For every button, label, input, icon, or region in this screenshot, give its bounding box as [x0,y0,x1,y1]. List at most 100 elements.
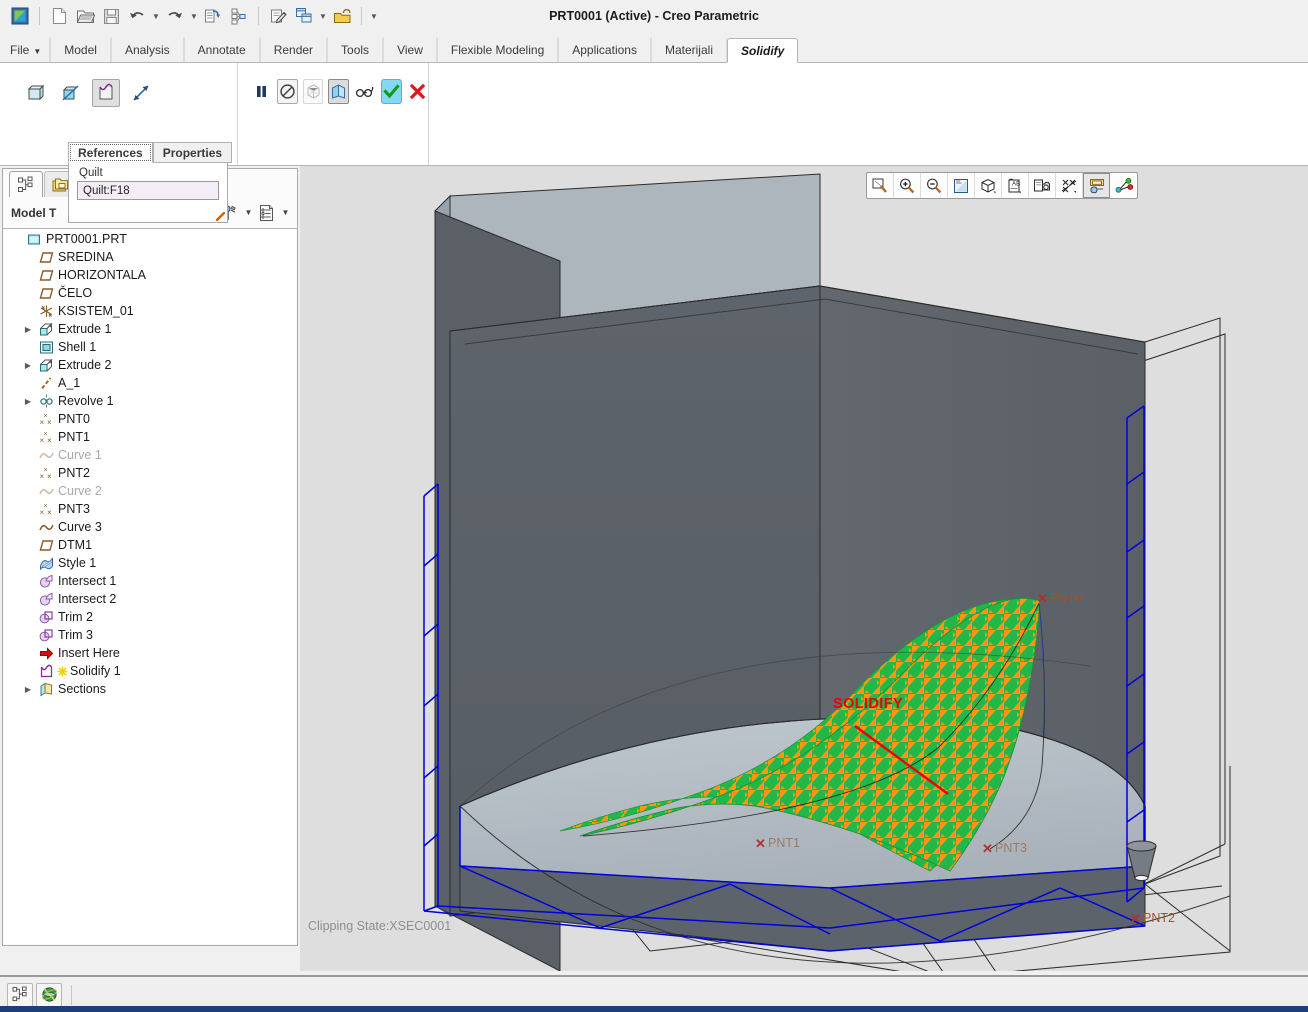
regenerate-options-icon[interactable] [227,4,251,28]
quilt-reference-field[interactable]: Quilt:F18 [77,181,219,200]
creo-logo-icon[interactable] [8,4,32,28]
quick-access-toolbar: ▼ ▼ ▼ ▼ [0,0,1308,32]
saved-view-icon[interactable] [1029,173,1056,198]
tab-file[interactable]: File ▼ [0,37,51,62]
tab-render[interactable]: Render [259,37,328,62]
tree-item-pnt3[interactable]: × × × PNT3 [4,500,296,518]
tree-filters-caret-icon[interactable]: ▼ [243,208,254,217]
repaint-icon[interactable] [948,173,975,198]
tab-solidify[interactable]: Solidify [726,38,799,63]
tree-item-style-1[interactable]: Style 1 [4,554,296,572]
tree-item-prt0001-prt[interactable]: PRT0001.PRT [4,230,296,248]
zoom-out-icon[interactable] [921,173,948,198]
file-caret-icon: ▼ [33,47,42,56]
panel-resize-handle[interactable] [216,212,225,221]
preview-glasses-button[interactable] [354,79,376,104]
tree-item-dtm1[interactable]: DTM1 [4,536,296,554]
expand-arrow-icon[interactable]: ▶ [20,325,36,334]
datum-display-icon[interactable] [1056,173,1083,198]
open-icon[interactable] [73,4,97,28]
zoom-to-selection-icon[interactable] [867,173,894,198]
tab-references[interactable]: References [68,142,153,163]
new-icon[interactable] [47,4,71,28]
taskbar-strip [0,1006,1308,1012]
tree-item-extrude-2[interactable]: ▶ Extrude 2 [4,356,296,374]
tab-view[interactable]: View [383,37,437,62]
tree-item-curve-2[interactable]: Curve 2 [4,482,296,500]
tree-item-sredina[interactable]: SREDINA [4,248,296,266]
tree-item-solidify-1[interactable]: Solidify 1 [4,662,296,680]
datum-point-icon: × × × [36,430,56,445]
annotation-display-icon[interactable]: AB [1002,173,1029,198]
save-icon[interactable] [99,4,123,28]
quilt-label: Quilt [79,167,103,179]
tree-item-ksistem-01[interactable]: KSISTEM_01 [4,302,296,320]
tree-display-icon[interactable] [256,202,278,224]
model-tree-tab[interactable] [9,171,43,197]
tree-display-caret-icon[interactable]: ▼ [280,208,291,217]
zoom-in-icon[interactable] [894,173,921,198]
tab-applications[interactable]: Applications [558,37,651,62]
model-tree[interactable]: PRT0001.PRT SREDINA HORIZONTALA ČELO KSISTEM… [4,230,296,944]
no-preview-button[interactable] [276,79,298,104]
tree-item-pnt2[interactable]: × × × PNT2 [4,464,296,482]
edit-definition-icon[interactable] [266,4,290,28]
redo-dropdown-caret-icon[interactable]: ▼ [189,12,199,21]
tab-tools[interactable]: Tools [327,37,384,62]
model-tree-title: Model T [11,205,57,220]
svg-text:×: × [47,418,52,427]
tree-item-label: Curve 3 [58,520,102,534]
tree-item-label: PRT0001.PRT [46,232,127,246]
tab-properties[interactable]: Properties [152,142,233,163]
flip-direction-icon[interactable] [127,79,155,107]
wireframe-preview-button[interactable] [302,79,324,104]
solidify-protrusion-icon[interactable] [22,79,50,107]
tab-model[interactable]: Model [50,37,111,62]
close-window-icon[interactable] [330,4,354,28]
tab-materijali[interactable]: Materijali [650,37,727,62]
solidify-cut-icon[interactable] [57,79,85,107]
tree-item-label: Trim 3 [58,628,93,642]
appearance-icon[interactable] [1110,173,1137,198]
undo-icon[interactable] [125,4,149,28]
tree-item-pnt1[interactable]: × × × PNT1 [4,428,296,446]
tree-item-trim-2[interactable]: Trim 2 [4,608,296,626]
tree-item-trim-3[interactable]: Trim 3 [4,626,296,644]
solidify-surface-icon[interactable] [92,79,120,107]
tree-item-shell-1[interactable]: Shell 1 [4,338,296,356]
tree-item-sections[interactable]: ▶ Sections [4,680,296,698]
graphics-viewport[interactable]: ✕ PNT0 ✕ PNT1 ✕ PNT2 ✕ PNT3 SOLIDIFY Cli… [300,166,1308,971]
expand-arrow-icon[interactable]: ▶ [20,685,36,694]
redo-icon[interactable] [163,4,187,28]
tab-analysis[interactable]: Analysis [110,37,184,62]
tree-item-revolve-1[interactable]: ▶ Revolve 1 [4,392,296,410]
tree-item-intersect-1[interactable]: Intersect 1 [4,572,296,590]
ok-button[interactable] [381,79,403,104]
browser-toggle-icon[interactable] [36,982,62,1007]
window-switch-icon[interactable] [292,4,316,28]
tree-item-horizontala[interactable]: HORIZONTALA [4,266,296,284]
tab-annotate[interactable]: Annotate [183,37,260,62]
pause-button[interactable] [251,79,272,104]
shaded-preview-button[interactable] [328,79,350,104]
tree-item-extrude-1[interactable]: ▶ Extrude 1 [4,320,296,338]
customize-qa-icon[interactable]: ▼ [369,12,379,21]
tree-item-elo[interactable]: ČELO [4,284,296,302]
tab-flexible-modeling[interactable]: Flexible Modeling [436,37,559,62]
tree-item-pnt0[interactable]: × × × PNT0 [4,410,296,428]
window-dropdown-caret-icon[interactable]: ▼ [318,12,328,21]
tree-item-a-1[interactable]: A_1 [4,374,296,392]
tree-item-curve-3[interactable]: Curve 3 [4,518,296,536]
expand-arrow-icon[interactable]: ▶ [20,397,36,406]
regenerate-icon[interactable] [201,4,225,28]
undo-dropdown-caret-icon[interactable]: ▼ [151,12,161,21]
model-tree-toggle-icon[interactable] [7,982,33,1007]
layer-display-icon[interactable] [1083,173,1110,198]
display-style-icon[interactable] [975,173,1002,198]
expand-arrow-icon[interactable]: ▶ [20,361,36,370]
tree-item-intersect-2[interactable]: Intersect 2 [4,590,296,608]
axis-icon [36,376,56,391]
tree-item-curve-1[interactable]: Curve 1 [4,446,296,464]
cancel-button[interactable] [407,79,428,104]
tree-item-insert-here[interactable]: Insert Here [4,644,296,662]
